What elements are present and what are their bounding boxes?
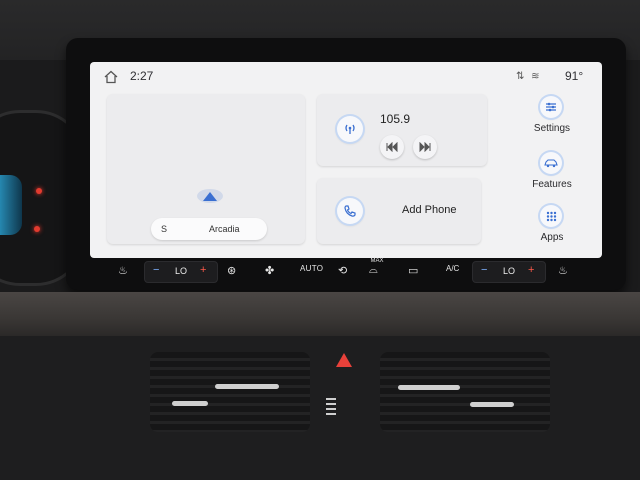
status-icons: ⇅ ≋ [516, 71, 540, 82]
radio-card[interactable]: 105.9 [317, 94, 487, 166]
hazard-button-icon[interactable] [336, 353, 352, 367]
no-wifi-icon: ≋ [531, 71, 540, 82]
seat-heat-icon: ♨ [118, 265, 128, 277]
left-vent-tab[interactable] [215, 384, 279, 389]
left-vent-slat [172, 401, 208, 406]
phone-icon [344, 205, 356, 217]
driver-seat-heat-button[interactable]: ♨ [118, 264, 128, 277]
climate-control-bar: ♨ − LO + ⊛ ✤ AUTO ⟲ MAX ⌓ ▭ A/C − LO + ♨ [106, 258, 586, 284]
sidebar-item-features[interactable]: Features [516, 152, 588, 202]
status-bar: 2:27 ⇅ ≋ 91° [90, 62, 602, 90]
sidebar-item-apps[interactable]: Apps [516, 205, 588, 255]
sidebar-item-label: Features [532, 179, 572, 190]
radio-source-button[interactable] [337, 116, 363, 142]
street-name: Arcadia [209, 224, 240, 234]
right-vent-slat [470, 402, 514, 407]
wood-trim [0, 292, 640, 336]
auto-climate-button[interactable]: AUTO [300, 264, 323, 273]
left-air-vent [150, 352, 310, 432]
recirculation-icon: ⟲ [338, 265, 348, 277]
steering-wheel-icon: ⊛ [227, 265, 237, 277]
add-phone-label: Add Phone [402, 204, 457, 216]
passenger-temp-down-button[interactable]: − [481, 264, 487, 276]
right-air-vent [380, 352, 550, 432]
rear-defrost-icon: ▭ [408, 265, 419, 277]
warning-light [34, 226, 40, 232]
recirculation-button[interactable]: ⟲ [338, 264, 347, 277]
clock: 2:27 [130, 69, 154, 83]
current-street-pill[interactable]: S Arcadia [151, 218, 267, 240]
phone-card[interactable]: Add Phone [317, 178, 481, 244]
navigation-arrow-icon [203, 192, 217, 201]
car-icon [540, 152, 562, 174]
cluster-display-glow [0, 175, 22, 235]
driver-temp-up-button[interactable]: + [200, 264, 206, 276]
max-defrost-button[interactable]: MAX ⌓ [369, 258, 384, 277]
max-label: MAX [370, 258, 384, 264]
sliders-icon [540, 96, 562, 118]
passenger-seat-heat-button[interactable]: ♨ [558, 264, 568, 277]
warning-light [36, 188, 42, 194]
rear-defrost-button[interactable]: ▭ [408, 264, 418, 277]
passenger-temp-up-button[interactable]: + [528, 264, 534, 276]
passenger-temperature-control: − LO + [472, 261, 546, 283]
outside-temperature: 91° [565, 69, 584, 83]
seat-heat-icon: ♨ [558, 265, 568, 277]
street-direction: S [161, 224, 168, 234]
radio-antenna-icon [345, 124, 355, 134]
sidebar-item-label: Settings [533, 123, 571, 134]
seek-back-button[interactable] [380, 135, 404, 159]
map-card[interactable]: S Arcadia [107, 94, 305, 244]
heated-steering-button[interactable]: ⊛ [227, 264, 236, 277]
defrost-icon: ⌓ [369, 264, 378, 276]
sidebar-item-label: Apps [540, 232, 564, 243]
ac-button[interactable]: A/C [446, 264, 459, 273]
sidebar-item-settings[interactable]: Settings [516, 96, 588, 146]
seek-back-icon [386, 142, 398, 152]
driver-temp-down-button[interactable]: − [153, 264, 159, 276]
fan-speed-button[interactable]: ✤ [265, 264, 274, 277]
right-vent-tab[interactable] [398, 385, 460, 390]
apps-grid-icon [540, 205, 562, 227]
vent-level-indicator [326, 395, 366, 435]
seek-forward-icon [419, 142, 431, 152]
phone-button[interactable] [337, 198, 363, 224]
radio-frequency: 105.9 [380, 112, 411, 126]
driver-temp-value: LO [175, 266, 188, 276]
driver-temperature-control: − LO + [144, 261, 218, 283]
no-signal-icon: ⇅ [516, 71, 525, 82]
infotainment-screen: 2:27 ⇅ ≋ 91° S Arcadia 105.9 Add Phone S… [90, 62, 602, 258]
seek-forward-button[interactable] [413, 135, 437, 159]
home-icon[interactable] [104, 70, 118, 84]
fan-icon: ✤ [265, 265, 275, 277]
passenger-temp-value: LO [503, 266, 516, 276]
